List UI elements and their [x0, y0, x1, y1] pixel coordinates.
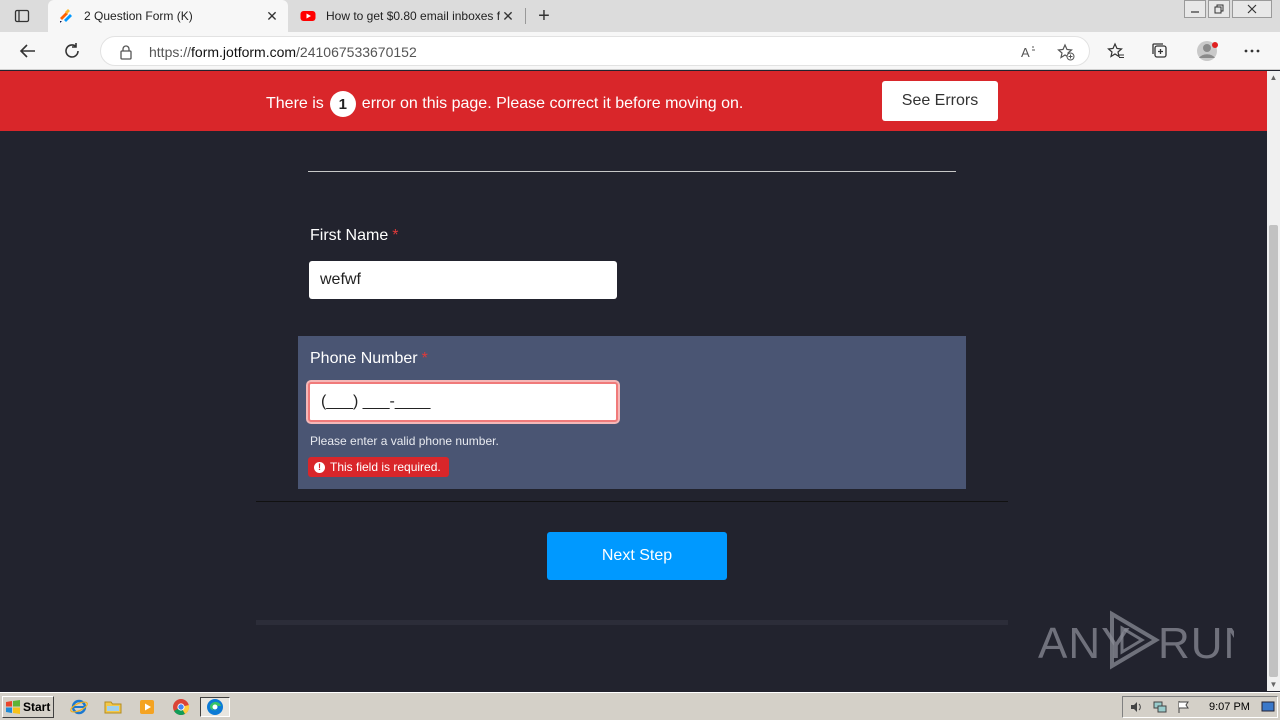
- scroll-thumb[interactable]: [1269, 225, 1278, 677]
- error-prefix: There is: [266, 95, 324, 112]
- first-name-input[interactable]: wefwf: [309, 261, 617, 299]
- tab-youtube[interactable]: How to get $0.80 email inboxes fr ✕: [290, 0, 524, 32]
- minimize-icon[interactable]: [1184, 0, 1206, 18]
- next-step-button[interactable]: Next Step: [547, 532, 727, 580]
- tab-title: How to get $0.80 email inboxes fr: [326, 9, 500, 23]
- more-options-icon[interactable]: [1242, 41, 1262, 61]
- add-favorite-icon[interactable]: [1057, 43, 1075, 61]
- phone-number-input[interactable]: (___) ___-____: [308, 382, 618, 422]
- edge-icon[interactable]: [200, 697, 230, 717]
- error-suffix: error on this page. Please correct it be…: [361, 95, 744, 112]
- field-error-text: This field is required.: [330, 460, 441, 474]
- header-divider: [308, 171, 956, 172]
- network-icon[interactable]: [1153, 700, 1167, 714]
- favorites-icon[interactable]: [1106, 41, 1126, 61]
- scroll-down-arrow-icon[interactable]: ▼: [1267, 678, 1280, 691]
- first-name-value: wefwf: [320, 271, 361, 288]
- url-text: https://form.jotform.com/241067533670152: [149, 44, 417, 60]
- windows-logo-icon: [6, 700, 20, 714]
- svg-text:RUN: RUN: [1158, 619, 1234, 668]
- phone-mask-value: (___) ___-____: [321, 393, 431, 410]
- form-card: First Name * wefwf Phone Number * (___) __…: [256, 131, 1008, 625]
- error-alert-icon: !: [314, 461, 325, 473]
- volume-icon[interactable]: [1129, 700, 1143, 714]
- error-count-badge: 1: [329, 91, 356, 117]
- lock-icon[interactable]: [119, 44, 133, 60]
- close-tab-icon[interactable]: ✕: [264, 8, 280, 24]
- tab-strip: 2 Question Form (K) ✕ How to get $0.80 e…: [0, 0, 1280, 32]
- tab-actions-icon[interactable]: [14, 8, 30, 24]
- tab-jotform[interactable]: 2 Question Form (K) ✕: [48, 0, 288, 32]
- scroll-up-arrow-icon[interactable]: ▲: [1267, 71, 1280, 84]
- collections-icon[interactable]: [1150, 41, 1170, 61]
- start-button[interactable]: Start: [2, 696, 54, 718]
- address-bar[interactable]: https://form.jotform.com/241067533670152…: [100, 36, 1090, 66]
- internet-explorer-icon[interactable]: [68, 697, 90, 717]
- show-desktop-icon[interactable]: [1261, 700, 1275, 714]
- new-tab-icon[interactable]: +: [534, 5, 554, 27]
- form-page: First Name * wefwf Phone Number * (___) __…: [0, 131, 1267, 691]
- tab-separator: [525, 8, 526, 24]
- phone-hint: Please enter a valid phone number.: [310, 434, 499, 448]
- phone-number-label: Phone Number *: [310, 350, 428, 367]
- profile-avatar-icon[interactable]: [1196, 39, 1220, 63]
- anyrun-watermark-logo: ANY RUN: [1038, 608, 1255, 672]
- close-tab-icon[interactable]: ✕: [500, 8, 516, 24]
- footer-divider: [256, 501, 1008, 502]
- back-arrow-icon[interactable]: [18, 41, 38, 61]
- svg-text:A: A: [1021, 45, 1030, 60]
- card-bottom-edge: [256, 620, 1008, 625]
- taskbar-clock[interactable]: 9:07 PM: [1209, 701, 1250, 713]
- restore-icon[interactable]: [1208, 0, 1230, 18]
- system-tray: 9:07 PM: [1122, 696, 1278, 718]
- error-banner: There is 1 error on this page. Please co…: [0, 71, 1267, 131]
- close-window-icon[interactable]: [1232, 0, 1272, 18]
- youtube-favicon-icon: [300, 8, 316, 24]
- required-asterisk: *: [392, 227, 399, 244]
- field-error-badge: ! This field is required.: [308, 457, 449, 477]
- start-label: Start: [23, 700, 51, 714]
- browser-toolbar: https://form.jotform.com/241067533670152…: [0, 32, 1280, 70]
- tab-title: 2 Question Form (K): [84, 9, 193, 23]
- file-explorer-icon[interactable]: [102, 697, 124, 717]
- refresh-icon[interactable]: [62, 41, 82, 61]
- error-message: There is 1 error on this page. Please co…: [266, 91, 743, 117]
- media-player-icon[interactable]: [136, 697, 158, 717]
- jotform-favicon-icon: [58, 8, 74, 24]
- vertical-scrollbar[interactable]: ▲ ▼: [1267, 71, 1280, 691]
- required-asterisk: *: [421, 350, 428, 367]
- phone-number-field: Phone Number * (___) ___-____ Please ente…: [298, 336, 966, 489]
- windows-taskbar: Start 9:07 PM: [0, 692, 1280, 720]
- see-errors-button[interactable]: See Errors: [882, 81, 998, 121]
- chrome-icon[interactable]: [170, 697, 192, 717]
- read-aloud-icon[interactable]: A: [1021, 43, 1039, 61]
- action-center-flag-icon[interactable]: [1177, 700, 1191, 714]
- first-name-label: First Name *: [310, 227, 399, 244]
